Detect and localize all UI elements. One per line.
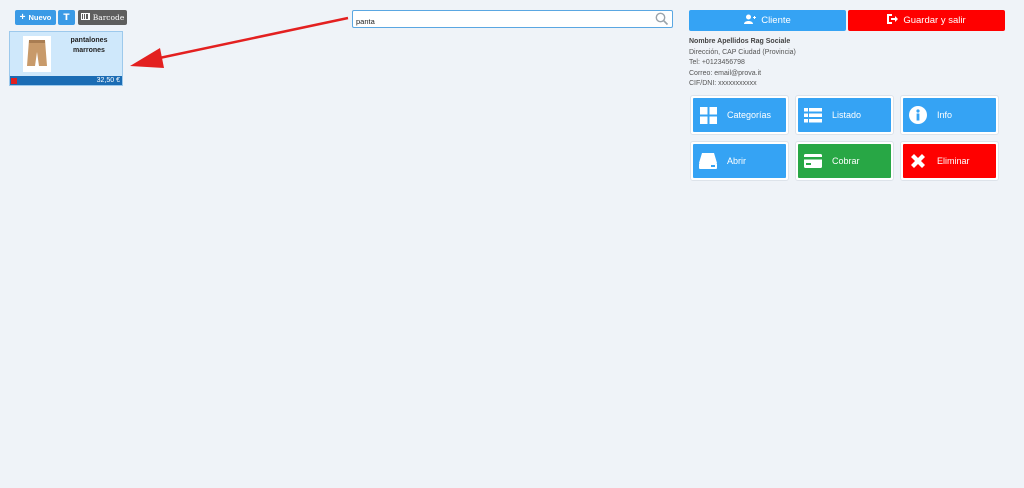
info-button[interactable]: Info — [903, 98, 996, 132]
save-exit-button[interactable]: Guardar y salir — [848, 10, 1005, 31]
stock-marker-icon — [11, 78, 17, 84]
save-exit-button-label: Guardar y salir — [903, 15, 966, 26]
list-label: Listado — [832, 110, 862, 120]
list-icon — [804, 106, 822, 124]
customer-name: Nombre Apellidos Rag Sociale — [689, 38, 791, 45]
product-name: pantalones marrones — [70, 37, 108, 54]
add-user-icon — [744, 14, 757, 27]
product-image — [23, 36, 51, 72]
new-button[interactable]: + Nuevo — [15, 10, 56, 25]
search-box[interactable] — [352, 10, 673, 31]
client-button-label: Cliente — [761, 15, 791, 26]
customer-info: Nombre Apellidos Rag Sociale Dirección, … — [689, 37, 796, 90]
customer-email: Correo: email@prova.it — [689, 69, 762, 77]
new-button-label: Nuevo — [28, 13, 52, 22]
grid-icon — [699, 106, 717, 124]
open-label: Abrir — [727, 156, 747, 166]
categories-button[interactable]: Categorías — [693, 98, 786, 132]
charge-label: Cobrar — [832, 156, 860, 166]
client-button[interactable]: Cliente — [689, 10, 846, 31]
drive-icon — [699, 152, 717, 170]
customer-tax-id: CIF/DNI: xxxxxxxxxxx — [689, 80, 757, 87]
info-label: Info — [937, 110, 953, 120]
list-button[interactable]: Listado — [798, 98, 891, 132]
delete-label: Eliminar — [937, 156, 970, 166]
plus-icon: + — [19, 11, 26, 23]
open-button[interactable]: Abrir — [693, 144, 786, 178]
delete-button[interactable]: Eliminar — [903, 144, 996, 178]
customer-address: Dirección, CAP Ciudad (Provincia) — [689, 48, 796, 56]
charge-button[interactable]: Cobrar — [798, 144, 891, 178]
categories-label: Categorías — [727, 110, 772, 120]
text-button[interactable]: T — [58, 10, 75, 25]
search-input[interactable] — [353, 13, 646, 30]
text-icon: T — [63, 12, 70, 23]
sign-out-icon — [887, 14, 899, 27]
annotation-arrow — [130, 16, 349, 68]
product-card[interactable]: pantalones marrones 32,50 € — [9, 31, 123, 86]
close-icon — [909, 152, 927, 170]
info-icon — [909, 106, 927, 124]
barcode-icon — [80, 13, 90, 22]
credit-card-icon — [804, 152, 822, 170]
customer-phone: Tel: +0123456798 — [689, 59, 745, 66]
product-price: 32,50 € — [10, 76, 122, 85]
search-icon[interactable] — [655, 12, 669, 31]
